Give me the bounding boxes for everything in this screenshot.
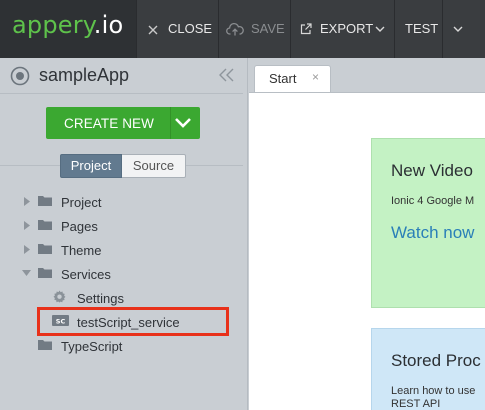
tree-item-pages[interactable]: Pages xyxy=(20,215,220,237)
cloud-upload-icon xyxy=(226,23,244,36)
highlight-box xyxy=(37,307,229,336)
close-tab-icon[interactable]: × xyxy=(312,70,319,84)
external-link-icon xyxy=(300,23,312,35)
tree-item-label: TypeScript xyxy=(61,339,123,354)
new-video-card: New Video Ionic 4 Google M Watch now xyxy=(371,138,485,308)
card-text: Ionic 4 Google M xyxy=(391,195,475,207)
collapse-panel-icon[interactable] xyxy=(219,68,235,82)
tree-item-services[interactable]: Services xyxy=(20,263,220,285)
stored-procedures-card: Stored Proc Learn how to use REST API xyxy=(371,328,485,410)
save-label: SAVE xyxy=(251,21,285,36)
editor-tab-bar: Start × xyxy=(249,58,485,92)
card-text-line: REST API xyxy=(391,398,441,410)
folder-icon xyxy=(38,244,52,254)
project-sidebar: sampleApp CREATE NEW Project Source Proj… xyxy=(0,58,248,410)
gear-icon xyxy=(53,290,66,303)
logo-text: appery.io xyxy=(12,11,124,39)
tree-item-typescript[interactable]: TypeScript xyxy=(20,335,220,357)
tree-item-label: Theme xyxy=(61,243,102,258)
card-heading: New Video xyxy=(391,161,473,180)
close-label: CLOSE xyxy=(168,21,213,36)
chevron-down-icon[interactable] xyxy=(174,116,192,130)
tree-item-settings[interactable]: Settings xyxy=(52,287,232,309)
create-new-button[interactable]: CREATE NEW xyxy=(46,107,200,139)
card-heading: Stored Proc xyxy=(391,351,481,370)
watch-now-link[interactable]: Watch now xyxy=(391,223,474,243)
app-icon xyxy=(10,66,30,86)
export-button[interactable]: EXPORT xyxy=(290,0,394,58)
tree-item-label: Services xyxy=(61,267,111,282)
collapse-arrow-icon[interactable] xyxy=(22,270,31,276)
tree-item-label: Pages xyxy=(61,219,98,234)
chevron-down-icon xyxy=(375,26,385,32)
test-options-button[interactable] xyxy=(442,0,485,58)
chevron-down-icon xyxy=(453,26,463,32)
tab-label: Start xyxy=(269,71,297,86)
save-button[interactable]: SAVE xyxy=(218,0,290,58)
close-button[interactable]: CLOSE xyxy=(136,0,218,58)
folder-icon xyxy=(38,268,52,278)
tree-item-theme[interactable]: Theme xyxy=(20,239,220,261)
app-name: sampleApp xyxy=(39,65,130,85)
divider xyxy=(170,107,171,139)
folder-icon xyxy=(38,196,52,206)
card-text-line: Learn how to use xyxy=(391,385,476,397)
create-new-label: CREATE NEW xyxy=(64,116,155,131)
top-toolbar: appery.io CLOSE SAVE EXPORT TEST xyxy=(0,0,485,58)
test-button[interactable]: TEST xyxy=(394,0,442,58)
expand-arrow-icon[interactable] xyxy=(24,221,30,230)
divider xyxy=(0,93,243,94)
tab-project[interactable]: Project xyxy=(60,154,122,178)
card-text: Learn how to use REST API xyxy=(391,385,475,410)
close-icon xyxy=(148,25,158,35)
test-label: TEST xyxy=(405,21,439,36)
export-label: EXPORT xyxy=(320,21,374,36)
tab-start[interactable]: Start × xyxy=(254,65,331,92)
tree-item-label: Settings xyxy=(77,291,124,306)
expand-arrow-icon[interactable] xyxy=(24,197,30,206)
folder-icon xyxy=(38,340,52,350)
folder-icon xyxy=(38,220,52,230)
tree-item-project[interactable]: Project xyxy=(20,191,220,213)
start-page: New Video Ionic 4 Google M Watch now Sto… xyxy=(249,92,485,410)
appery-logo[interactable]: appery.io xyxy=(0,0,136,58)
expand-arrow-icon[interactable] xyxy=(24,245,30,254)
tab-source[interactable]: Source xyxy=(122,154,186,178)
tree-item-label: Project xyxy=(61,195,102,210)
